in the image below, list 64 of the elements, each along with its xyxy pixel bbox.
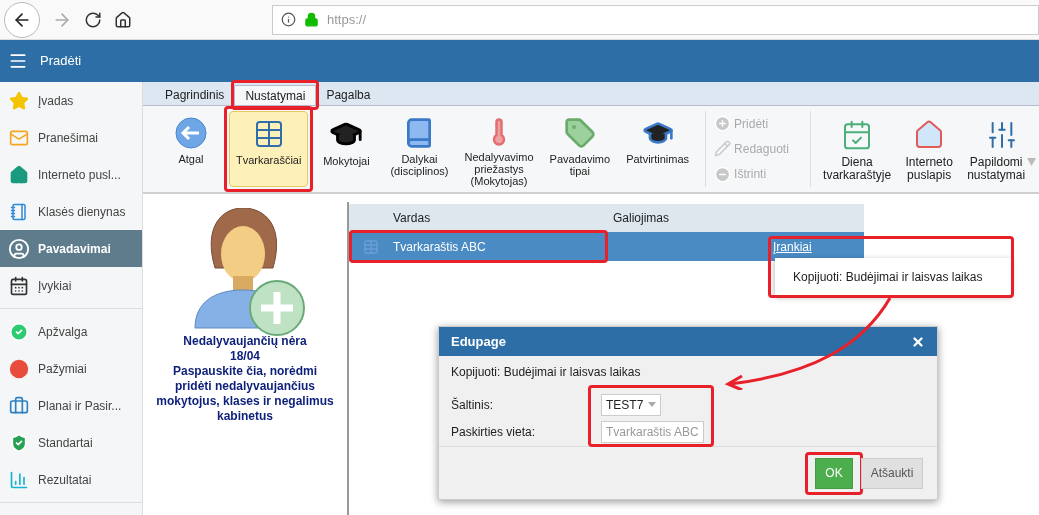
close-icon[interactable] <box>911 334 925 349</box>
user-icon <box>8 237 30 260</box>
dialog-title: Edupage <box>451 332 506 351</box>
ribbon-tab[interactable]: Nustatymai <box>234 85 317 105</box>
bar-chart-icon <box>9 469 29 490</box>
calendar-icon <box>9 275 29 296</box>
home-icon[interactable] <box>114 10 132 29</box>
cancel-button[interactable]: Atšaukti <box>861 457 923 489</box>
tag-icon <box>563 117 596 149</box>
column-header: Galiojimas <box>613 210 669 227</box>
dropdown-triangle-icon <box>648 402 656 407</box>
ribbon-button[interactable]: Atgal <box>157 111 225 187</box>
column-header: Vardas <box>393 210 432 227</box>
ribbon-button[interactable]: Pavadavimo tipai <box>543 111 617 187</box>
dialog-message: Kopijuoti: Budėjimai ir laisvas laikas <box>451 364 642 381</box>
check-circle-icon <box>9 321 29 342</box>
sidebar-item[interactable]: Įvykiai <box>0 267 142 304</box>
notice-text[interactable]: Nedalyvaujančių nėra 18/04 Paspauskite čia, norėdmi pridėti nedalyvaujančius mokytojus, klases ir negalimus kabinetus <box>143 334 347 424</box>
sidebar-item[interactable]: Pavadavimai <box>0 230 142 267</box>
ribbon-button[interactable]: Tvarkaraščiai <box>229 111 309 187</box>
star-icon <box>9 90 29 111</box>
ribbon-button[interactable]: Diena tvarkaraštyje <box>819 111 896 187</box>
sidebar-item[interactable]: Įvadas <box>0 82 142 119</box>
timetable-icon <box>363 238 379 255</box>
source-select[interactable]: TEST7 <box>601 393 661 416</box>
field-label: Šaltinis: <box>451 396 495 414</box>
sidebar-item[interactable]: Standartai <box>0 424 142 461</box>
back-button[interactable] <box>4 1 40 38</box>
ribbon-button[interactable]: Papildomi nustatymai <box>963 111 1039 187</box>
ribbon-button[interactable]: Dalykai (disciplinos) <box>384 111 455 187</box>
menu-icon[interactable] <box>8 51 28 71</box>
shield-icon <box>9 432 29 453</box>
sidebar-item[interactable]: Planai ir Pasir... <box>0 387 142 424</box>
house-icon <box>9 164 29 185</box>
header-title: Pradėti <box>40 52 82 71</box>
ribbon-button[interactable]: Nedalyvavimo priežastys (Mokytojas) <box>458 111 540 187</box>
ribbon-tab[interactable]: Pagalba <box>316 85 381 105</box>
grade-circle-icon <box>9 358 29 379</box>
sidebar-item[interactable]: Apžvalga <box>0 313 142 350</box>
url-text: https:// <box>327 10 367 29</box>
sidebar-item[interactable]: Klasės dienynas <box>0 193 142 230</box>
ribbon-button[interactable]: Interneto puslapis <box>895 111 964 187</box>
destination-field[interactable]: Tvarkaraštis ABC <box>601 420 704 443</box>
ribbon-button[interactable]: Mokytojai <box>312 111 381 187</box>
field-label: Paskirties vieta: <box>451 423 537 441</box>
ribbon-tab[interactable]: Pagrindinis <box>155 85 235 105</box>
minus-icon <box>714 165 732 183</box>
notebook-icon <box>10 202 28 221</box>
table-cell-text: Tvarkaraštis ABC <box>393 238 487 256</box>
briefcase-icon <box>9 395 29 416</box>
menu-item[interactable]: Kopijuoti: Budėjimai ir laisvas laikas <box>775 267 983 286</box>
sidebar-item[interactable]: Pažymiai <box>0 350 142 387</box>
info-icon <box>281 12 296 27</box>
plus-icon <box>714 115 732 133</box>
reload-icon[interactable] <box>84 10 102 29</box>
tools-link[interactable]: Įrankiai <box>773 237 812 256</box>
dropdown-triangle-icon <box>1027 158 1037 166</box>
ribbon-button[interactable]: Patvirtinimas <box>620 111 696 187</box>
sidebar-item[interactable]: Interneto pusl... <box>0 156 142 193</box>
sidebar-item[interactable]: Rezultatai <box>0 461 142 498</box>
lock-icon <box>304 12 319 27</box>
pencil-icon <box>714 140 732 158</box>
table-row[interactable]: Tvarkaraštis ABC Įrankiai <box>349 232 864 261</box>
sidebar-item[interactable]: Pranešimai <box>0 119 142 156</box>
